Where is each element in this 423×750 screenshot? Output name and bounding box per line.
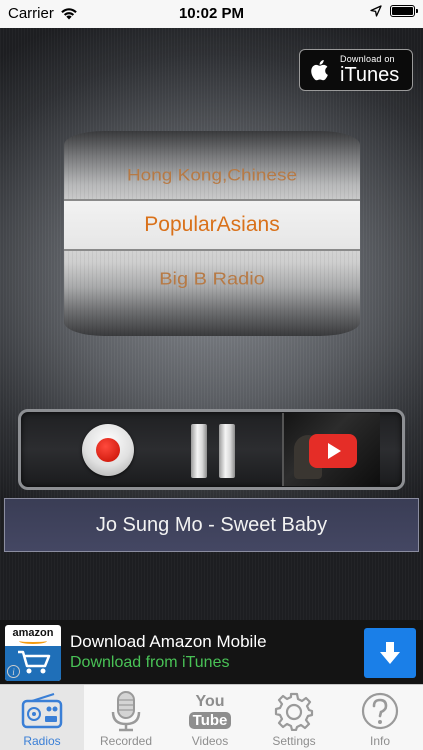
tab-info[interactable]: Info bbox=[338, 685, 422, 750]
ad-banner[interactable]: amazon i Download Amazon Mobile Download… bbox=[0, 620, 423, 684]
apple-icon bbox=[311, 60, 328, 81]
record-icon bbox=[96, 438, 120, 462]
status-time: 10:02 PM bbox=[178, 5, 245, 22]
tab-label: Radios bbox=[23, 734, 61, 748]
picker-row[interactable]: Big B Radio bbox=[64, 269, 360, 290]
gear-icon bbox=[270, 689, 318, 733]
location-arrow-icon bbox=[370, 5, 382, 17]
picker-selected-row[interactable]: PopularAsians bbox=[64, 199, 360, 251]
tab-label: Videos bbox=[191, 734, 229, 748]
picker-row[interactable]: Hong Kong,Chinese bbox=[64, 166, 360, 185]
tab-recorded[interactable]: Recorded bbox=[84, 685, 168, 750]
tab-videos[interactable]: You Tube Videos bbox=[168, 685, 252, 750]
pause-icon bbox=[191, 424, 207, 478]
tab-radios[interactable]: Radios bbox=[0, 685, 84, 750]
ad-subtitle: Download from iTunes bbox=[70, 654, 230, 671]
itunes-badge-small: Download on bbox=[340, 54, 395, 64]
tab-label: Info bbox=[369, 734, 390, 748]
youtube-icon: You Tube bbox=[186, 689, 234, 733]
record-button[interactable] bbox=[82, 424, 134, 476]
youtube-icon-text-top: You bbox=[195, 692, 225, 710]
ad-download-button[interactable] bbox=[364, 628, 416, 678]
radio-icon bbox=[18, 689, 66, 733]
tab-settings[interactable]: Settings bbox=[252, 685, 336, 750]
amazon-smile-icon bbox=[19, 638, 47, 644]
pause-icon bbox=[219, 424, 235, 478]
shopping-cart-icon bbox=[18, 650, 51, 674]
main-area: Download on iTunes Hong Kong,Chinese Pop… bbox=[0, 28, 423, 620]
download-on-itunes-button[interactable]: Download on iTunes bbox=[299, 49, 413, 91]
now-playing-title: Jo Sung Mo - Sweet Baby bbox=[95, 513, 328, 536]
microphone-icon bbox=[102, 689, 150, 733]
control-bar bbox=[18, 409, 405, 490]
pause-button[interactable] bbox=[191, 424, 235, 478]
tab-label: Recorded bbox=[99, 734, 153, 748]
ad-title: Download Amazon Mobile bbox=[70, 632, 267, 651]
station-picker[interactable]: Hong Kong,Chinese PopularAsians Big B Ra… bbox=[64, 131, 360, 336]
battery-icon bbox=[390, 5, 418, 17]
itunes-badge-big: iTunes bbox=[340, 64, 400, 86]
ad-info-icon[interactable]: i bbox=[7, 665, 20, 678]
download-arrow-icon bbox=[380, 642, 400, 664]
status-right bbox=[370, 5, 418, 17]
status-bar: Carrier 10:02 PM bbox=[0, 0, 423, 28]
youtube-icon-text-bottom: Tube bbox=[188, 711, 232, 729]
tab-bar: Radios Recorded You Tube Videos Settings… bbox=[0, 684, 423, 750]
tab-label: Settings bbox=[272, 734, 316, 748]
now-playing-bar: Jo Sung Mo - Sweet Baby bbox=[4, 498, 419, 552]
question-icon bbox=[356, 689, 404, 733]
youtube-play-icon bbox=[309, 434, 357, 468]
video-thumbnail[interactable] bbox=[282, 413, 380, 486]
itunes-badge-text: Download on iTunes bbox=[340, 54, 400, 86]
